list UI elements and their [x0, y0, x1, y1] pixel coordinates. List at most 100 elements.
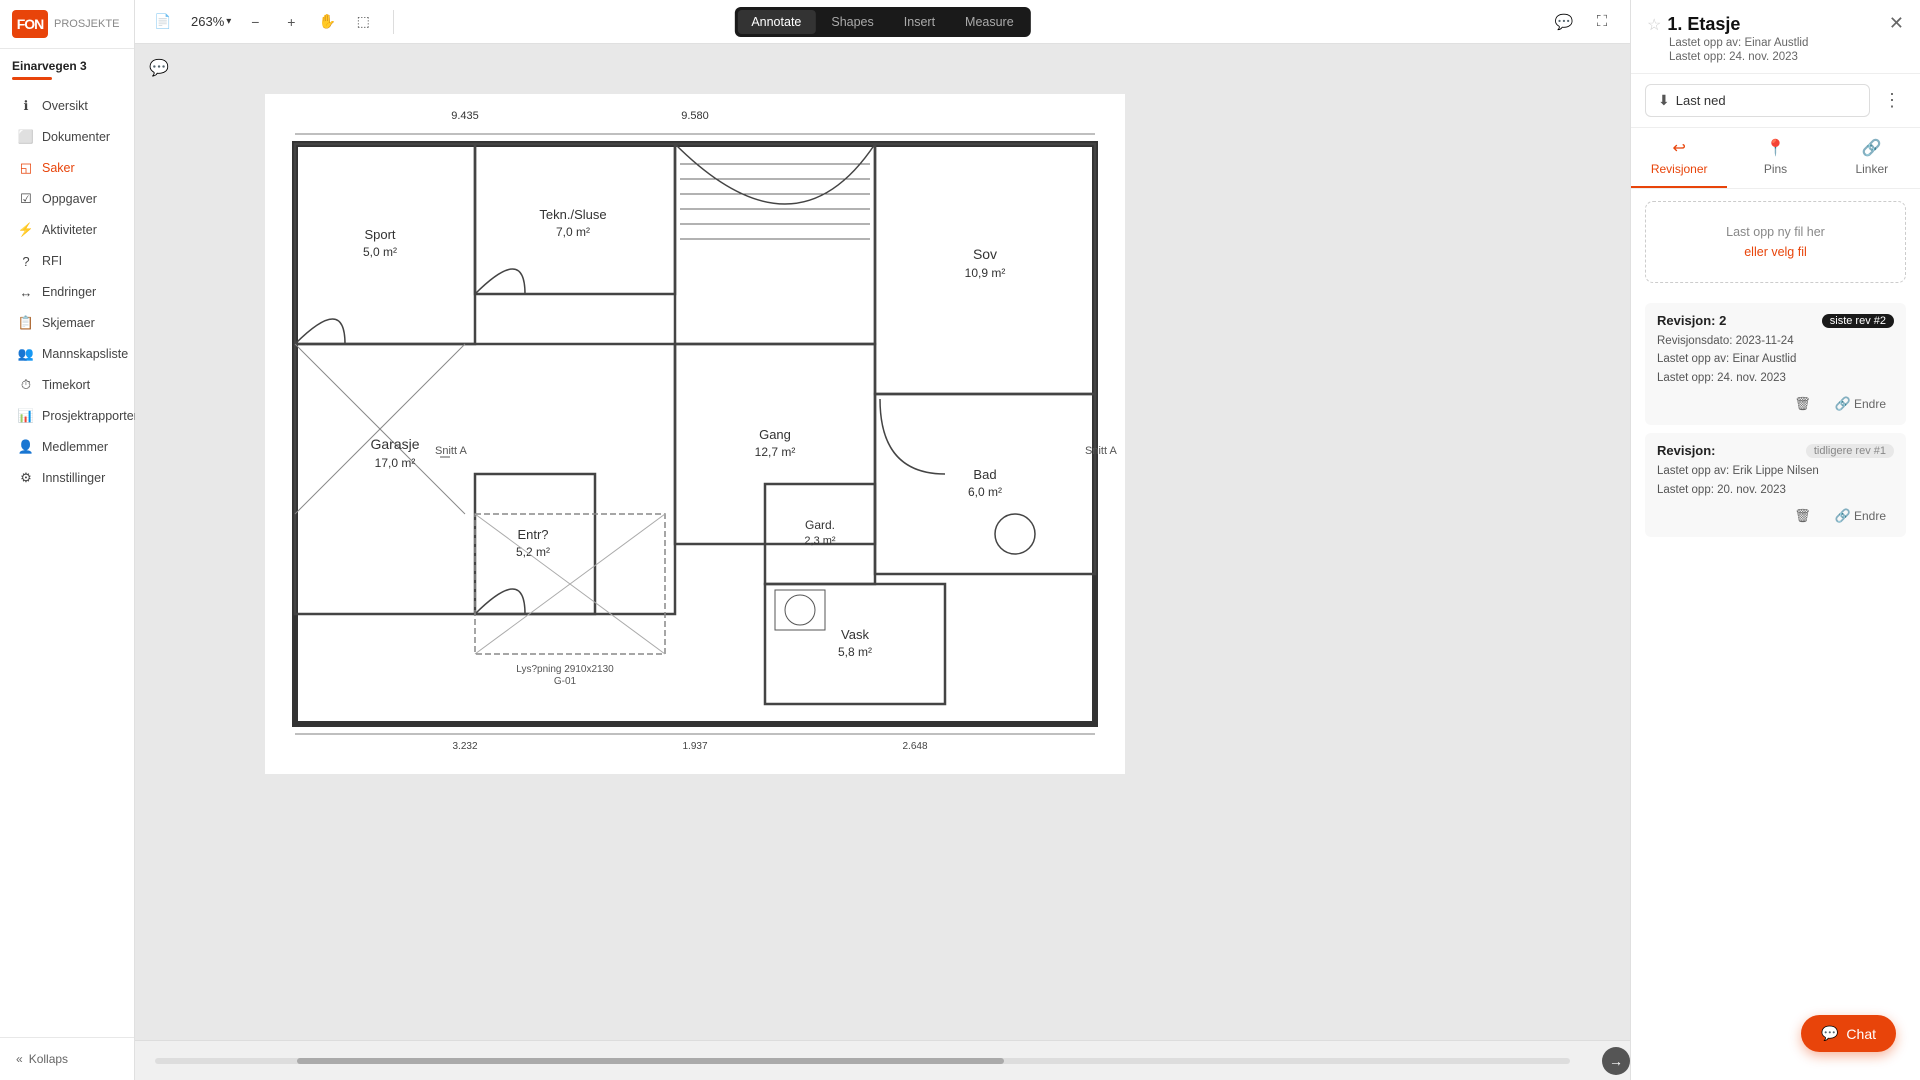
oppgaver-icon: ☑	[18, 191, 34, 207]
comment-toggle-button[interactable]: 💬	[1548, 6, 1580, 38]
download-button[interactable]: ⬇ Last ned	[1645, 84, 1870, 117]
edit-icon: 🔗	[1835, 508, 1851, 524]
svg-text:9.580: 9.580	[681, 110, 709, 122]
delete-revision-1-button[interactable]: 🗑	[1786, 505, 1819, 527]
revisjoner-tab-label: Revisjoner	[1651, 162, 1708, 176]
upload-section[interactable]: Last opp ny fil her eller velg fil	[1645, 201, 1906, 283]
linker-tab-label: Linker	[1855, 162, 1888, 176]
logo-text: FON	[17, 16, 44, 32]
sidebar-item-label-prosjektrapporter: Prosjektrapporter	[42, 409, 138, 423]
svg-text:9.435: 9.435	[451, 110, 479, 122]
revisions-container: Revisjon: 2 siste rev #2 Revisjonsdato: …	[1631, 295, 1920, 545]
star-icon[interactable]: ☆	[1647, 15, 1661, 35]
pins-tab-label: Pins	[1764, 162, 1787, 176]
sidebar-item-aktiviteter[interactable]: ⚡ Aktiviteter	[6, 215, 128, 245]
delete-revision-0-button[interactable]: 🗑	[1786, 393, 1819, 415]
next-arrow-icon: →	[1609, 1053, 1623, 1069]
panel-title: 1. Etasje	[1667, 14, 1740, 35]
sidebar-item-endringer[interactable]: ↔ Endringer	[6, 277, 128, 307]
sidebar-item-rfi[interactable]: ? RFI	[6, 246, 128, 276]
logo-area: FON PROSJEKTE	[0, 0, 134, 49]
annotation-tab-measure[interactable]: Measure	[951, 10, 1028, 34]
sidebar-item-saker[interactable]: ◱ Saker	[6, 153, 128, 183]
upload-or-text: eller velg fil	[1658, 242, 1893, 262]
panel-tabs: ↩ Revisjoner 📍 Pins 🔗 Linker	[1631, 128, 1920, 189]
svg-text:Entr?: Entr?	[517, 527, 548, 542]
svg-text:7,0 m²: 7,0 m²	[556, 225, 590, 239]
revisjoner-tab-icon: ↩	[1672, 138, 1685, 158]
panel-tab-linker[interactable]: 🔗 Linker	[1824, 128, 1920, 188]
pan-tool-button[interactable]: ✋	[311, 6, 343, 38]
toolbar: 📄 263% ▾ − + ✋ ⬚ AnnotateShapesInsertMea…	[135, 0, 1630, 44]
zoom-in-button[interactable]: +	[275, 6, 307, 38]
trash-icon: 🗑	[1794, 508, 1811, 524]
sidebar-item-label-oppgaver: Oppgaver	[42, 192, 97, 206]
revision-actions-1: 🗑 🔗 Endre	[1657, 505, 1894, 527]
svg-text:10,9 m²: 10,9 m²	[965, 266, 1006, 280]
project-name: Einarvegen 3	[0, 49, 134, 77]
sidebar-item-oppgaver[interactable]: ☑ Oppgaver	[6, 184, 128, 214]
svg-text:Snitt A: Snitt A	[1085, 445, 1117, 457]
revision-meta-0: Revisjonsdato: 2023-11-24Lastet opp av: …	[1657, 332, 1894, 387]
zoom-out-button[interactable]: −	[239, 6, 271, 38]
svg-text:Garasje: Garasje	[370, 436, 419, 452]
next-page-button[interactable]: →	[1602, 1047, 1630, 1075]
collapse-button[interactable]: « Kollaps	[8, 1046, 126, 1072]
edit-label: Endre	[1854, 397, 1886, 411]
panel-tab-revisjoner[interactable]: ↩ Revisjoner	[1631, 128, 1727, 188]
canvas-area[interactable]: 💬 9.435 9.580 Sport 5,0 m² Tek	[135, 44, 1630, 1040]
sidebar-item-skjemaer[interactable]: 📋 Skjemaer	[6, 308, 128, 338]
more-options-button[interactable]: ⋮	[1878, 87, 1906, 115]
uploaded-date-value: 24. nov. 2023	[1729, 51, 1798, 63]
fullscreen-button[interactable]: ⛶	[1586, 6, 1618, 38]
zoom-display: 263% ▾	[187, 14, 235, 29]
sidebar-item-label-rfi: RFI	[42, 254, 62, 268]
sidebar-item-label-innstillinger: Innstillinger	[42, 471, 105, 485]
aktiviteter-icon: ⚡	[18, 222, 34, 238]
sidebar-bottom: « Kollaps	[0, 1037, 134, 1080]
svg-text:5,8 m²: 5,8 m²	[838, 645, 872, 659]
panel-tab-pins[interactable]: 📍 Pins	[1727, 128, 1823, 188]
revision-badge-0: siste rev #2	[1822, 314, 1894, 328]
file-tool-button[interactable]: 📄	[147, 6, 179, 38]
chevron-down-icon: ▾	[226, 16, 231, 27]
close-panel-button[interactable]: ✕	[1889, 14, 1904, 32]
sidebar-item-oversikt[interactable]: ℹ Oversikt	[6, 91, 128, 121]
svg-text:5,0 m²: 5,0 m²	[363, 245, 397, 259]
annotation-tab-annotate[interactable]: Annotate	[737, 10, 815, 34]
app-logo[interactable]: FON	[12, 10, 48, 38]
sidebar-item-medlemmer[interactable]: 👤 Medlemmer	[6, 432, 128, 462]
dokumenter-icon: ⬜	[18, 129, 34, 145]
select-tool-button[interactable]: ⬚	[347, 6, 379, 38]
canvas-bottom: →	[135, 1040, 1630, 1080]
uploaded-by-value: Einar Austlid	[1744, 37, 1808, 49]
sidebar-item-label-dokumenter: Dokumenter	[42, 130, 110, 144]
linker-tab-icon: 🔗	[1862, 138, 1882, 158]
horizontal-scrollbar[interactable]	[155, 1058, 1570, 1064]
revision-author-0: Lastet opp av: Einar Austlid	[1657, 350, 1894, 368]
chat-label: Chat	[1846, 1026, 1876, 1042]
sidebar-item-dokumenter[interactable]: ⬜ Dokumenter	[6, 122, 128, 152]
message-icon-overlay[interactable]: 💬	[145, 54, 173, 82]
innstillinger-icon: ⚙	[18, 470, 34, 486]
svg-text:6,0 m²: 6,0 m²	[968, 485, 1002, 499]
oversikt-icon: ℹ	[18, 98, 34, 114]
sidebar-item-innstillinger[interactable]: ⚙ Innstillinger	[6, 463, 128, 493]
chat-button[interactable]: 💬 Chat	[1801, 1015, 1896, 1052]
edit-revision-0-button[interactable]: 🔗 Endre	[1827, 393, 1894, 415]
annotation-tab-shapes[interactable]: Shapes	[817, 10, 887, 34]
download-label: Last ned	[1676, 93, 1726, 108]
annotation-tab-insert[interactable]: Insert	[890, 10, 949, 34]
svg-text:Lys?pning 2910x2130: Lys?pning 2910x2130	[516, 664, 614, 675]
toolbar-file-tools: 📄	[147, 6, 179, 38]
sidebar-item-prosjektrapporter[interactable]: 📊 Prosjektrapporter	[6, 401, 128, 431]
sidebar-item-label-oversikt: Oversikt	[42, 99, 88, 113]
sidebar-item-timekort[interactable]: ⏱ Timekort	[6, 370, 128, 400]
edit-icon: 🔗	[1835, 396, 1851, 412]
edit-revision-1-button[interactable]: 🔗 Endre	[1827, 505, 1894, 527]
mannskapsliste-icon: 👥	[18, 346, 34, 362]
revision-date-0: Revisjonsdato: 2023-11-24	[1657, 332, 1894, 350]
revision-title-1: Revisjon:	[1657, 443, 1716, 458]
sidebar-item-mannskapsliste[interactable]: 👥 Mannskapsliste	[6, 339, 128, 369]
upload-or-label: eller velg fil	[1744, 245, 1807, 259]
